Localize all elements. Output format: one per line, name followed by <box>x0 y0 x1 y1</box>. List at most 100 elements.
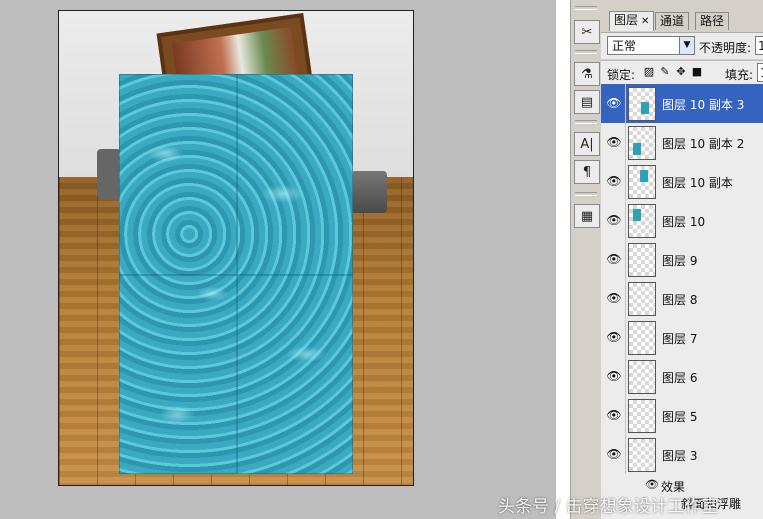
opacity-label: 不透明度: <box>699 41 752 55</box>
eye-column-divider <box>625 201 626 240</box>
eye-column-divider <box>625 357 626 396</box>
layer-row[interactable]: 👁 图层 10 副本 3 <box>601 84 763 124</box>
layers-list: 👁 图层 10 副本 3 👁 图层 10 副本 2 👁 图层 10 副本 👁 图… <box>601 84 763 519</box>
eye-icon[interactable]: 👁 <box>604 210 624 230</box>
blend-mode-value: 正常 <box>612 39 637 53</box>
eye-column-divider <box>625 279 626 318</box>
eye-icon[interactable]: 👁 <box>604 366 624 386</box>
tab-label: 通道 <box>660 14 685 28</box>
sofa-right-part <box>351 171 387 213</box>
tab-paths[interactable]: 路径 <box>695 12 730 30</box>
paragraph-glyph: ¶ <box>582 164 592 180</box>
eye-icon[interactable]: 👁 <box>604 249 624 269</box>
layer-thumbnail <box>628 165 656 199</box>
close-icon[interactable]: ✕ <box>641 16 649 27</box>
layer-name: 图层 8 <box>662 293 698 307</box>
layer-row[interactable]: 👁 图层 10 副本 <box>601 162 763 202</box>
lock-all-icon[interactable]: ■ <box>691 66 703 78</box>
layer-name: 图层 6 <box>662 371 698 385</box>
fill-label: 填充: <box>725 68 754 82</box>
sofa-left-part <box>97 149 121 199</box>
layer-row[interactable]: 👁 图层 3 <box>601 435 763 474</box>
layer-thumbnail <box>628 438 656 472</box>
eye-column-divider <box>625 84 626 123</box>
lock-move-icon[interactable]: ✥ <box>675 66 687 78</box>
eye-icon[interactable]: 👁 <box>604 93 624 113</box>
blend-mode-select[interactable]: 正常 ▼ <box>607 36 695 55</box>
document-canvas[interactable] <box>58 10 414 486</box>
opacity-value: 1 <box>758 39 763 53</box>
tab-layers[interactable]: 图层 ✕ <box>609 11 655 31</box>
eye-icon[interactable]: 👁 <box>645 478 659 491</box>
effects-row[interactable]: 👁 效果 <box>601 477 763 494</box>
tab-channels[interactable]: 通道 <box>655 12 690 30</box>
lock-transparency-icon[interactable]: ▨ <box>643 66 655 78</box>
character-icon[interactable]: A| <box>574 132 600 156</box>
chevron-down-icon[interactable]: ▼ <box>679 37 694 54</box>
layer-name: 图层 7 <box>662 332 698 346</box>
tab-label: 图层 <box>614 13 639 27</box>
layer-name: 图层 9 <box>662 254 698 268</box>
layer-name: 图层 10 <box>662 215 706 229</box>
layer-thumbnail <box>628 360 656 394</box>
eye-column-divider <box>625 240 626 279</box>
layer-thumbnail <box>628 321 656 355</box>
panel-tabs: 图层 ✕ 通道 路径 <box>601 10 763 31</box>
strip-grip[interactable] <box>575 192 597 196</box>
watermark: 头条号 / 击穿想象设计工作室 <box>498 497 719 517</box>
layer-name: 图层 3 <box>662 449 698 463</box>
eye-column-divider <box>625 318 626 357</box>
thumb-content <box>633 209 641 221</box>
layer-name: 图层 10 副本 <box>662 176 733 190</box>
eye-icon[interactable]: 👁 <box>604 327 624 347</box>
layer-row[interactable]: 👁 图层 9 <box>601 240 763 280</box>
layer-row[interactable]: 👁 图层 10 副本 2 <box>601 123 763 163</box>
eye-column-divider <box>625 435 626 474</box>
stamp-icon[interactable]: ▤ <box>574 90 600 114</box>
layer-row[interactable]: 👁 图层 10 <box>601 201 763 241</box>
layer-comps-icon[interactable]: ▦ <box>574 204 600 228</box>
layer-row[interactable]: 👁 图层 6 <box>601 357 763 397</box>
canvas-workspace <box>0 0 556 519</box>
brush-tools-icon[interactable]: ✂ <box>574 20 600 44</box>
workspace-separator <box>556 0 570 519</box>
blend-row: 正常 ▼ 不透明度: 1 <box>601 32 763 59</box>
layer-thumbnail <box>628 282 656 316</box>
panel-tool-strip: ✂ ⚗ ▤ A| ¶ ▦ <box>570 0 602 519</box>
eye-column-divider <box>625 162 626 201</box>
tab-label: 路径 <box>700 14 725 28</box>
eye-column-divider <box>625 123 626 162</box>
eye-icon[interactable]: 👁 <box>604 444 624 464</box>
strip-grip[interactable] <box>575 50 597 54</box>
layer-row[interactable]: 👁 图层 5 <box>601 396 763 436</box>
character-glyph: A| <box>580 136 594 152</box>
thumb-content <box>640 170 648 182</box>
layer-thumbnail <box>628 126 656 160</box>
lock-brush-icon[interactable]: ✎ <box>659 66 671 78</box>
layer-thumbnail <box>628 204 656 238</box>
strip-grip[interactable] <box>575 6 597 10</box>
eye-column-divider <box>625 396 626 435</box>
eye-icon[interactable]: 👁 <box>604 132 624 152</box>
eye-icon[interactable]: 👁 <box>604 405 624 425</box>
strip-grip[interactable] <box>575 120 597 124</box>
opacity-field[interactable]: 1 <box>755 36 763 55</box>
eye-icon[interactable]: 👁 <box>604 171 624 191</box>
layer-thumbnail <box>628 399 656 433</box>
layer-thumbnail <box>628 87 656 121</box>
paragraph-icon[interactable]: ¶ <box>574 160 600 184</box>
layers-panel: 图层✕ 通道 路径 正常 ▼ 不透明度: 1 锁定: ▨ ✎ ✥ ■ 填充: 1… <box>601 0 763 519</box>
lock-label: 锁定: <box>607 68 636 82</box>
layer-row[interactable]: 👁 图层 8 <box>601 279 763 319</box>
thumb-content <box>633 143 641 155</box>
fill-field[interactable]: 1 <box>757 63 763 82</box>
water-texture-layer <box>119 74 353 474</box>
water-tile-seam-horizontal <box>119 274 353 276</box>
thumb-content <box>641 102 649 114</box>
layer-thumbnail <box>628 243 656 277</box>
eye-icon[interactable]: 👁 <box>604 288 624 308</box>
layer-name: 图层 10 副本 3 <box>662 98 745 112</box>
eyedropper-icon[interactable]: ⚗ <box>574 62 600 86</box>
layer-row[interactable]: 👁 图层 7 <box>601 318 763 358</box>
lock-row: 锁定: ▨ ✎ ✥ ■ 填充: 1 <box>601 60 763 85</box>
